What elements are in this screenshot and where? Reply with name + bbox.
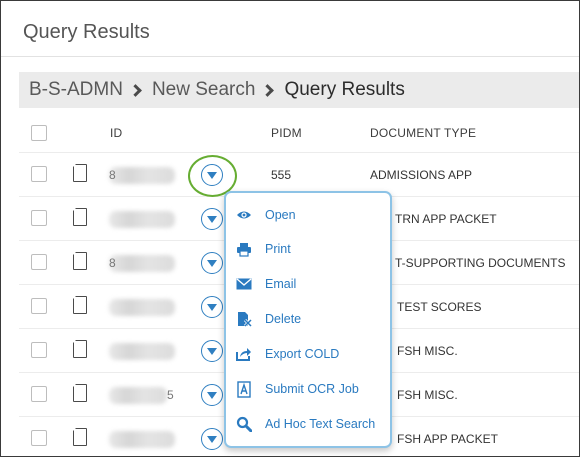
menu-item-print[interactable]: Print [226,232,390,266]
document-type-cell: FSH MISC. [397,344,458,358]
envelope-icon [235,275,253,293]
document-icon [72,163,87,182]
row-checkbox[interactable] [31,166,47,182]
select-all-checkbox[interactable] [31,125,47,141]
row-checkbox[interactable] [31,298,47,314]
table-header-row: ID PIDM DOCUMENT TYPE [19,111,579,153]
document-type-cell: ADMISSIONS APP [370,168,473,182]
document-type-cell: FSH MISC. [397,388,458,402]
chevron-right-icon [129,83,142,97]
menu-item-label: Open [265,208,296,222]
document-type-cell: T-SUPPORTING DOCUMENTS [395,256,566,270]
menu-item-label: Delete [265,312,302,326]
redacted-id [109,211,175,228]
export-icon [235,345,253,363]
chevron-right-icon [261,83,275,97]
document-icon [72,295,87,314]
redacted-id [109,343,175,360]
row-actions-dropdown-button[interactable] [201,384,223,406]
page-title: Query Results [23,21,150,43]
document-type-cell: TRN APP PACKET [395,212,497,226]
menu-item-label: Email [265,277,297,291]
menu-item-label: Submit OCR Job [265,382,359,396]
menu-item-email[interactable]: Email [226,267,390,301]
column-header-pidm[interactable]: PIDM [271,126,302,140]
menu-item-ad-hoc-text-search[interactable]: Ad Hoc Text Search [226,407,390,441]
document-icon [72,339,87,358]
breadcrumb-item-new-search[interactable]: New Search [152,79,256,101]
row-actions-dropdown-button[interactable] [201,296,223,318]
ocr-document-icon [235,380,253,398]
redacted-id [109,167,175,184]
id-cell: 8 [109,168,116,182]
row-checkbox[interactable] [31,386,47,402]
breadcrumb: B-S-ADMN New Search Query Results [19,72,579,108]
row-checkbox[interactable] [31,210,47,226]
row-checkbox[interactable] [31,430,47,446]
redacted-id [109,431,175,448]
document-icon [72,427,87,446]
menu-item-delete[interactable]: Delete [226,302,390,336]
redacted-id [109,255,175,272]
column-header-document-type[interactable]: DOCUMENT TYPE [370,126,476,140]
row-checkbox[interactable] [31,342,47,358]
document-type-cell: FSH APP PACKET [397,432,498,446]
document-icon [72,251,87,270]
id-cell: 5 [167,388,174,402]
query-results-panel: Query Results B-S-ADMN New Search Query … [0,0,580,457]
title-divider [1,56,579,57]
menu-item-submit-ocr-job[interactable]: Submit OCR Job [226,372,390,406]
document-icon [72,383,87,402]
row-actions-dropdown-button[interactable] [201,208,223,230]
redacted-id [109,387,167,404]
delete-document-icon [235,310,253,328]
eye-icon [235,206,253,224]
document-icon [72,207,87,226]
row-checkbox[interactable] [31,254,47,270]
id-cell: 8 [109,256,116,270]
breadcrumb-item-b-s-admn[interactable]: B-S-ADMN [29,79,123,101]
menu-item-label: Ad Hoc Text Search [265,417,376,431]
menu-item-label: Export COLD [265,347,340,361]
row-actions-dropdown-button[interactable] [201,340,223,362]
menu-item-open[interactable]: Open [226,198,390,232]
printer-icon [235,240,253,258]
redacted-id [109,299,175,316]
menu-item-label: Print [265,242,291,256]
column-header-id[interactable]: ID [110,126,122,140]
breadcrumb-item-query-results: Query Results [284,79,405,100]
menu-item-export-cold[interactable]: Export COLD [226,337,390,371]
row-actions-dropdown-button[interactable] [201,252,223,274]
pidm-cell: 555 [271,168,292,182]
search-icon [235,415,253,433]
row-actions-dropdown-button[interactable] [201,428,223,450]
row-actions-menu: Open Print Email Delete Export COLD Subm… [224,191,392,448]
document-type-cell: TEST SCORES [397,300,482,314]
